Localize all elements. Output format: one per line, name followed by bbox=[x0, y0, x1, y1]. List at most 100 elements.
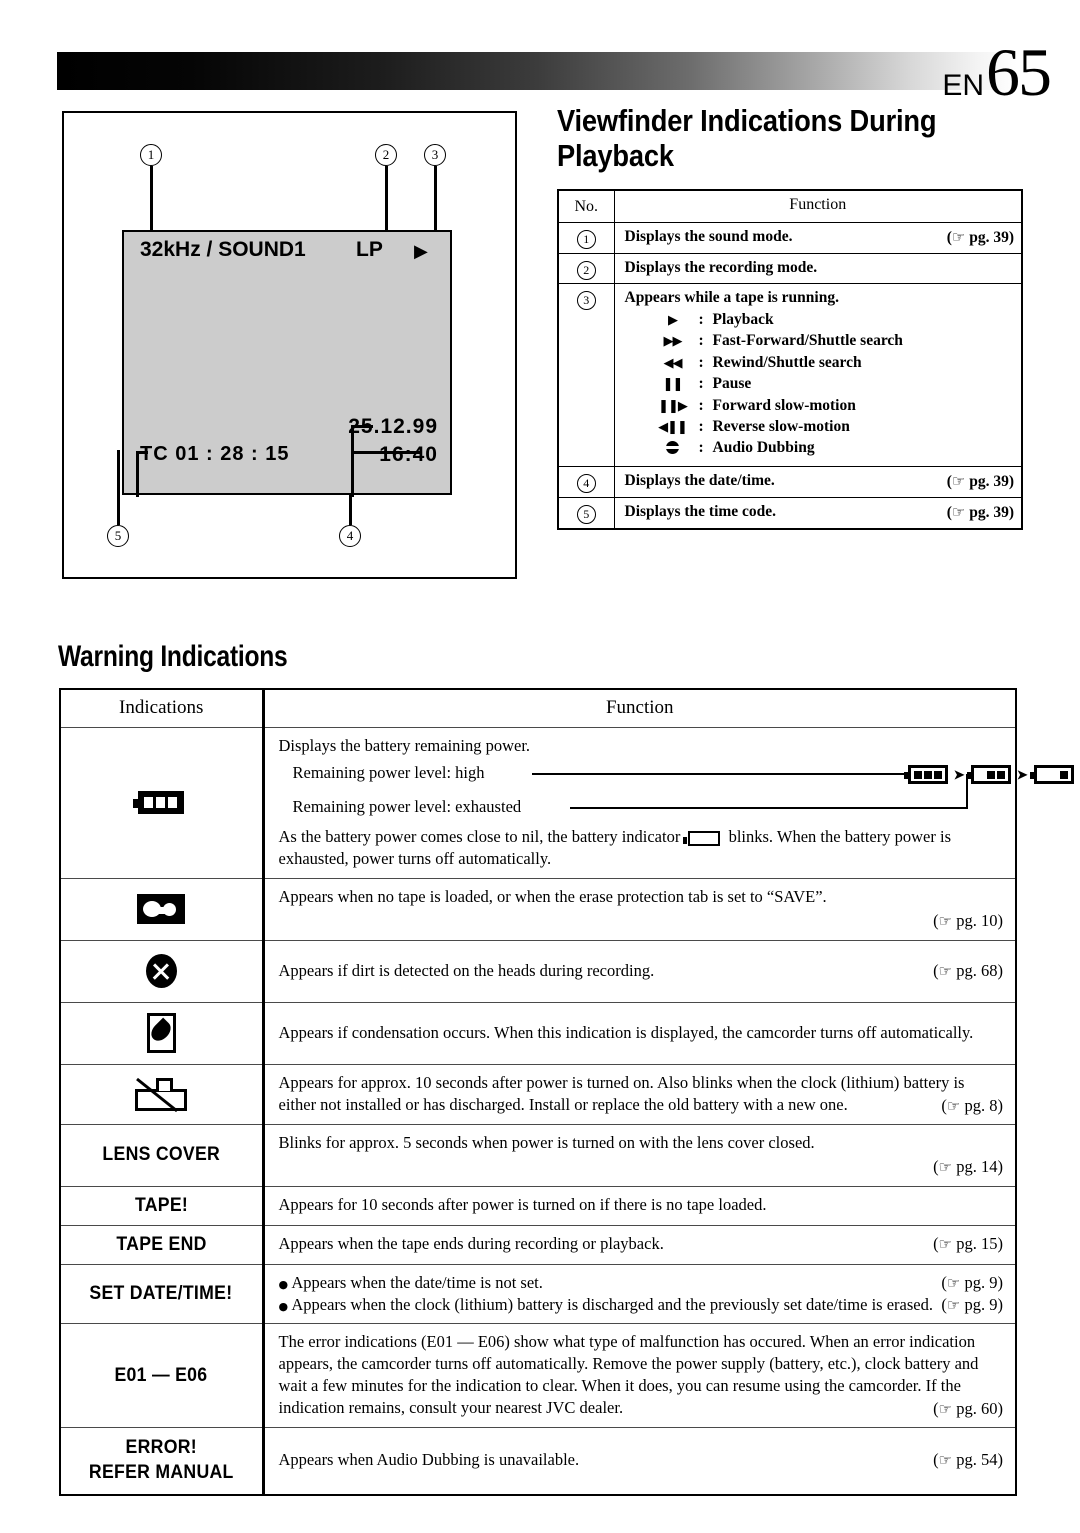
page-ref-1: (☞ pg. 39) bbox=[946, 228, 1014, 246]
callout-2: 2 bbox=[375, 144, 397, 166]
date-indicator: 25.12.99 bbox=[348, 415, 438, 438]
error-refer-label-line2: REFER MANUAL bbox=[88, 1461, 234, 1483]
page-number-value: 65 bbox=[986, 34, 1052, 110]
indication-cell: SET DATE/TIME! bbox=[59, 1263, 265, 1325]
section-title-warning: Warning Indications bbox=[58, 640, 288, 673]
forward-slow-motion-icon: ❚❚▶ bbox=[658, 398, 688, 414]
tape-end-label: TAPE END bbox=[116, 1233, 207, 1255]
mode-label: Forward slow-motion bbox=[712, 396, 856, 414]
error-refer-label-line1: ERROR! bbox=[125, 1437, 197, 1459]
lithium-battery-icon bbox=[135, 1077, 188, 1112]
time-code-indicator: TC 01 : 28 : 15 bbox=[140, 443, 290, 465]
battery-level-sequence: ➤ ➤ ➤ bbox=[903, 762, 1080, 784]
row-function-cell: Appears while a tape is running. ▶ : Pla… bbox=[613, 283, 1023, 467]
battery-high-row: Remaining power level: high ➤ ➤ ➤ bbox=[279, 762, 1080, 796]
row-text-1: Displays the sound mode. bbox=[624, 228, 793, 245]
table-row: LENS COVER Blinks for approx. 5 seconds … bbox=[59, 1123, 1017, 1187]
function-cell: (☞ pg. 8) Appears for approx. 10 seconds… bbox=[262, 1063, 1017, 1125]
header-indications: Indications bbox=[59, 688, 265, 728]
dirty-head-text: Appears if dirt is detected on the heads… bbox=[278, 960, 655, 980]
function-cell: (☞ pg. 15) Appears when the tape ends du… bbox=[262, 1224, 1017, 1265]
indication-cell: E01 — E06 bbox=[59, 1323, 265, 1429]
colon: : bbox=[698, 396, 704, 414]
pointing-hand-icon: ☞ bbox=[946, 1096, 961, 1115]
indication-cell bbox=[59, 877, 265, 941]
row-number-cell: 4 bbox=[557, 465, 615, 498]
viewfinder-screen: 32kHz / SOUND1 LP ▶ TC 01 : 28 : 15 25.1… bbox=[122, 230, 452, 497]
pointing-hand-icon: ☞ bbox=[951, 228, 966, 246]
time-indicator: 16:40 bbox=[379, 443, 438, 466]
colon: : bbox=[698, 353, 704, 371]
colon: : bbox=[698, 417, 704, 435]
pointing-hand-icon: ☞ bbox=[938, 1400, 953, 1419]
warning-indications-table: Indications Function Displays the batter… bbox=[59, 688, 1080, 1496]
reverse-slow-motion-icon: ◀❚❚ bbox=[658, 419, 688, 435]
table-row: (☞ pg. 8) Appears for approx. 10 seconds… bbox=[59, 1063, 1017, 1125]
leader-line-5 bbox=[117, 450, 120, 525]
battery-high-leader bbox=[531, 772, 910, 775]
row-function-cell: (☞ pg. 39) Displays the date/time. bbox=[613, 465, 1023, 498]
header-function: Function bbox=[262, 688, 1017, 728]
header-no: No. bbox=[557, 189, 615, 223]
callout-3: 3 bbox=[424, 144, 446, 166]
list-item: ▶ : Playback bbox=[647, 309, 1015, 330]
page-ref: (☞ pg. 14) bbox=[933, 1156, 1003, 1176]
battery-level-3-icon bbox=[903, 764, 948, 784]
indication-cell: TAPE END bbox=[59, 1224, 265, 1265]
battery-level-2-icon bbox=[966, 764, 1011, 784]
battery-note-part1: As the battery power comes close to nil,… bbox=[278, 826, 681, 846]
function-cell: Appears for 10 seconds after power is tu… bbox=[262, 1185, 1017, 1226]
pointing-hand-icon: ☞ bbox=[946, 1295, 961, 1314]
bullet-item: (☞ pg. 9) ● Appears when the clock (lith… bbox=[279, 1294, 1004, 1316]
row-function-cell: (☞ pg. 39) Displays the time code. bbox=[613, 496, 1023, 530]
playback-status-icon: ▶ bbox=[414, 241, 428, 261]
language-code: EN bbox=[942, 69, 984, 102]
function-cell: Displays the battery remaining power. Re… bbox=[262, 727, 1080, 879]
table-row: Appears if condensation occurs. When thi… bbox=[59, 1001, 1017, 1065]
list-item: ◀◀ : Rewind/Shuttle search bbox=[647, 352, 1015, 373]
row-function-cell: Displays the recording mode. bbox=[613, 253, 1023, 284]
list-item: ◀❚❚ : Reverse slow-motion bbox=[647, 416, 1015, 437]
mode-label: Pause bbox=[712, 375, 752, 393]
indication-cell: ERROR! REFER MANUAL bbox=[59, 1427, 265, 1496]
page-ref: (☞ pg. 9) bbox=[941, 1272, 1003, 1292]
bullet-icon: ● bbox=[278, 1299, 289, 1313]
indication-cell: TAPE! bbox=[59, 1185, 265, 1226]
audio-dubbing-icon bbox=[647, 439, 699, 458]
indication-cell bbox=[59, 1001, 265, 1065]
tape-mode-list: ▶ : Playback ▶▶ : Fast-Forward/Shuttle s… bbox=[647, 309, 1015, 459]
error-refer-text: Appears when Audio Dubbing is unavailabl… bbox=[278, 1450, 580, 1470]
table-row: (☞ pg. 68) Appears if dirt is detected o… bbox=[59, 939, 1017, 1003]
table-row: 3 Appears while a tape is running. ▶ : P… bbox=[557, 283, 1023, 467]
bullet-icon: ● bbox=[278, 1277, 289, 1291]
mode-label: Rewind/Shuttle search bbox=[712, 353, 862, 371]
header-function: Function bbox=[613, 189, 1023, 223]
header-gradient-bar bbox=[57, 52, 1017, 90]
page-ref: (☞ pg. 60) bbox=[933, 1399, 1003, 1419]
error-code-label: E01 — E06 bbox=[114, 1364, 208, 1386]
set-date-time-label: SET DATE/TIME! bbox=[89, 1283, 233, 1304]
fast-forward-icon: ▶▶ bbox=[663, 334, 683, 350]
circled-number-1: 1 bbox=[576, 230, 596, 249]
table-row: TAPE! Appears for 10 seconds after power… bbox=[59, 1185, 1017, 1226]
callout-5: 5 bbox=[107, 525, 129, 547]
table-row: 2 Displays the recording mode. bbox=[557, 253, 1023, 284]
row-number-cell: 2 bbox=[557, 253, 615, 284]
function-cell: (☞ pg. 68) Appears if dirt is detected o… bbox=[262, 939, 1017, 1003]
battery-exhausted-row: Remaining power level: exhausted bbox=[279, 773, 1004, 826]
table-row: E01 — E06 (☞ pg. 60) The error indicatio… bbox=[59, 1323, 1017, 1429]
pointing-hand-icon: ☞ bbox=[946, 1273, 961, 1292]
circled-number-5: 5 bbox=[576, 504, 596, 524]
row-text-3: Appears while a tape is running. bbox=[624, 289, 839, 306]
page-ref: (☞ pg. 54) bbox=[933, 1450, 1003, 1470]
bullet-text: Appears when the clock (lithium) battery… bbox=[291, 1294, 933, 1314]
table-row: SET DATE/TIME! (☞ pg. 9) ● Appears when … bbox=[59, 1263, 1017, 1325]
condensation-icon bbox=[146, 1013, 176, 1054]
indication-cell: LENS COVER bbox=[59, 1123, 265, 1187]
page-ref: (☞ pg. 8) bbox=[941, 1095, 1003, 1115]
table-header-row: No. Function bbox=[557, 189, 1023, 223]
sound-mode-indicator: 32kHz / SOUND1 bbox=[140, 238, 306, 261]
lens-cover-label: LENS COVER bbox=[102, 1144, 221, 1166]
pointing-hand-icon: ☞ bbox=[938, 961, 953, 980]
battery-exhausted-label: Remaining power level: exhausted bbox=[292, 796, 522, 816]
